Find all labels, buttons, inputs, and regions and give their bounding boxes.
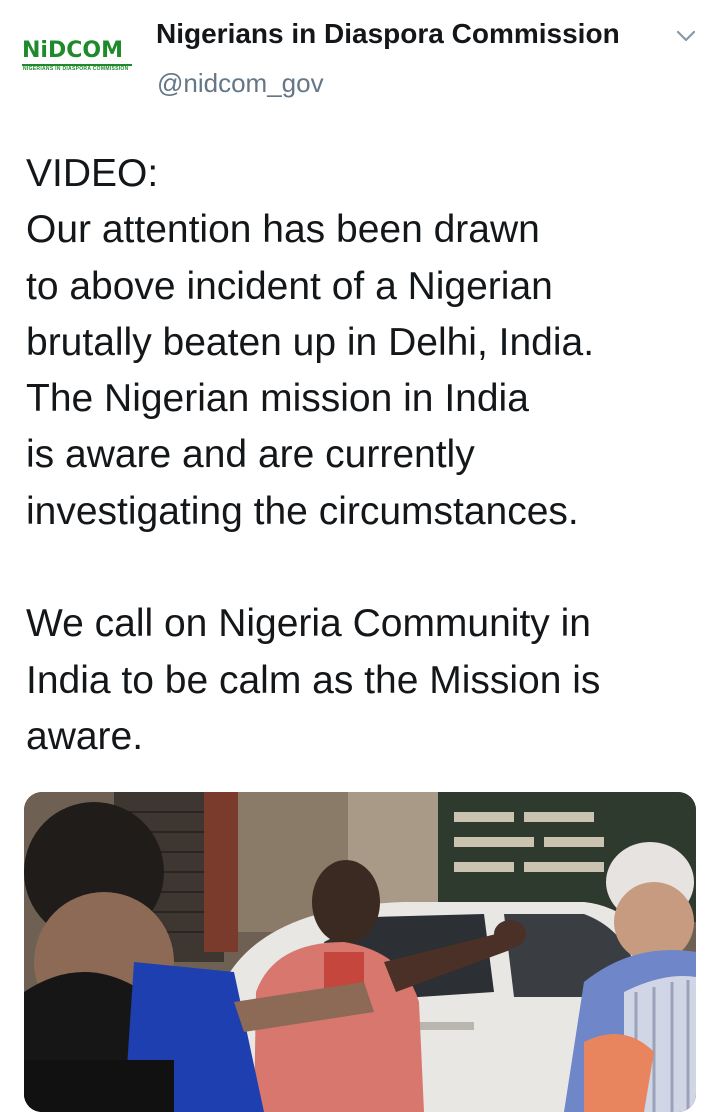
tweet-text: VIDEO: Our attention has been drawn to a…	[26, 146, 706, 765]
avatar[interactable]: NiDCOM NIGERIANS IN DIASPORA COMMISSION	[18, 28, 136, 84]
tweet-line: brutally beaten up in Delhi, India.	[26, 320, 595, 364]
tweet-line: is aware and are currently	[26, 433, 475, 477]
chevron-down-icon[interactable]	[674, 24, 698, 48]
tweet-line: aware.	[26, 714, 144, 758]
video-thumbnail	[24, 792, 696, 1112]
tweet-line: Our attention has been drawn	[26, 208, 540, 252]
tweet-line: to above incident of a Nigerian	[26, 264, 553, 308]
user-handle[interactable]: @nidcom_gov	[157, 68, 324, 99]
tweet-line: investigating the circumstances.	[26, 489, 579, 533]
tweet-line: VIDEO:	[26, 152, 159, 195]
tweet-header: NiDCOM NIGERIANS IN DIASPORA COMMISSION …	[0, 0, 720, 120]
tweet-line: We call on Nigeria Community in	[26, 602, 591, 646]
avatar-subtitle: NIGERIANS IN DIASPORA COMMISSION	[23, 66, 129, 72]
avatar-brand-logo: NiDCOM	[22, 38, 123, 63]
tweet-line: India to be calm as the Mission is	[26, 658, 601, 702]
tweet-line: The Nigerian mission in India	[26, 377, 529, 421]
display-name[interactable]: Nigerians in Diaspora Commission	[156, 18, 620, 50]
tweet-media-video[interactable]	[24, 792, 696, 1112]
